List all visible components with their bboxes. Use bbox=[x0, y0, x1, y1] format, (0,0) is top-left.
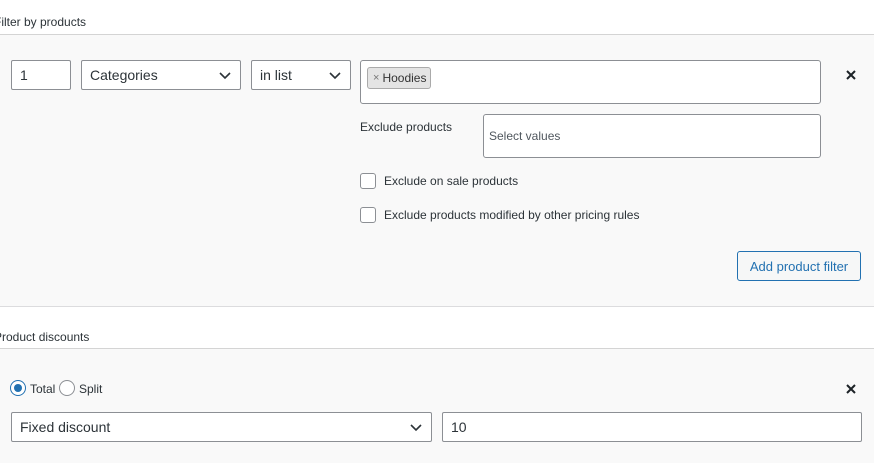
discount-type-value: Fixed discount bbox=[20, 419, 111, 435]
mode-total-radio[interactable] bbox=[10, 380, 26, 396]
mode-split-radio[interactable] bbox=[59, 380, 75, 396]
mode-total-label[interactable]: Total bbox=[30, 382, 55, 396]
exclude-modified-label[interactable]: Exclude products modified by other prici… bbox=[384, 208, 639, 222]
exclude-on-sale-checkbox[interactable] bbox=[360, 173, 376, 189]
filter-type-select[interactable]: Categories bbox=[81, 60, 241, 90]
chevron-down-icon bbox=[219, 72, 231, 80]
tag-label: Hoodies bbox=[382, 71, 427, 85]
discount-section-title: Product discounts bbox=[0, 330, 90, 344]
selected-tag-hoodies[interactable]: × Hoodies bbox=[367, 67, 432, 89]
filter-type-value: Categories bbox=[90, 67, 158, 83]
close-icon[interactable] bbox=[844, 382, 858, 396]
exclude-on-sale-label[interactable]: Exclude on sale products bbox=[384, 174, 518, 188]
exclude-products-label: Exclude products bbox=[360, 120, 453, 134]
mode-split-label[interactable]: Split bbox=[79, 382, 102, 396]
exclude-products-placeholder: Select values bbox=[489, 129, 561, 143]
filter-method-value: in list bbox=[260, 67, 292, 83]
exclude-modified-checkbox[interactable] bbox=[360, 207, 376, 223]
filter-section-header: Filter by products bbox=[0, 0, 874, 35]
discount-value-input[interactable]: 10 bbox=[442, 412, 862, 442]
close-icon[interactable] bbox=[844, 68, 858, 82]
category-values-select[interactable]: × Hoodies bbox=[360, 60, 821, 104]
discount-type-select[interactable]: Fixed discount bbox=[11, 412, 432, 442]
filter-section-title: Filter by products bbox=[0, 15, 87, 29]
add-product-filter-button[interactable]: Add product filter bbox=[737, 251, 861, 281]
quantity-input[interactable]: 1 bbox=[11, 60, 71, 90]
discount-value: 10 bbox=[451, 419, 467, 435]
exclude-products-select[interactable]: Select values bbox=[483, 114, 821, 158]
filter-method-select[interactable]: in list bbox=[251, 60, 351, 90]
tag-remove-icon[interactable]: × bbox=[373, 72, 379, 84]
discount-section-header: Product discounts bbox=[0, 307, 874, 349]
chevron-down-icon bbox=[329, 72, 341, 80]
chevron-down-icon bbox=[410, 424, 422, 432]
quantity-value: 1 bbox=[20, 67, 28, 83]
